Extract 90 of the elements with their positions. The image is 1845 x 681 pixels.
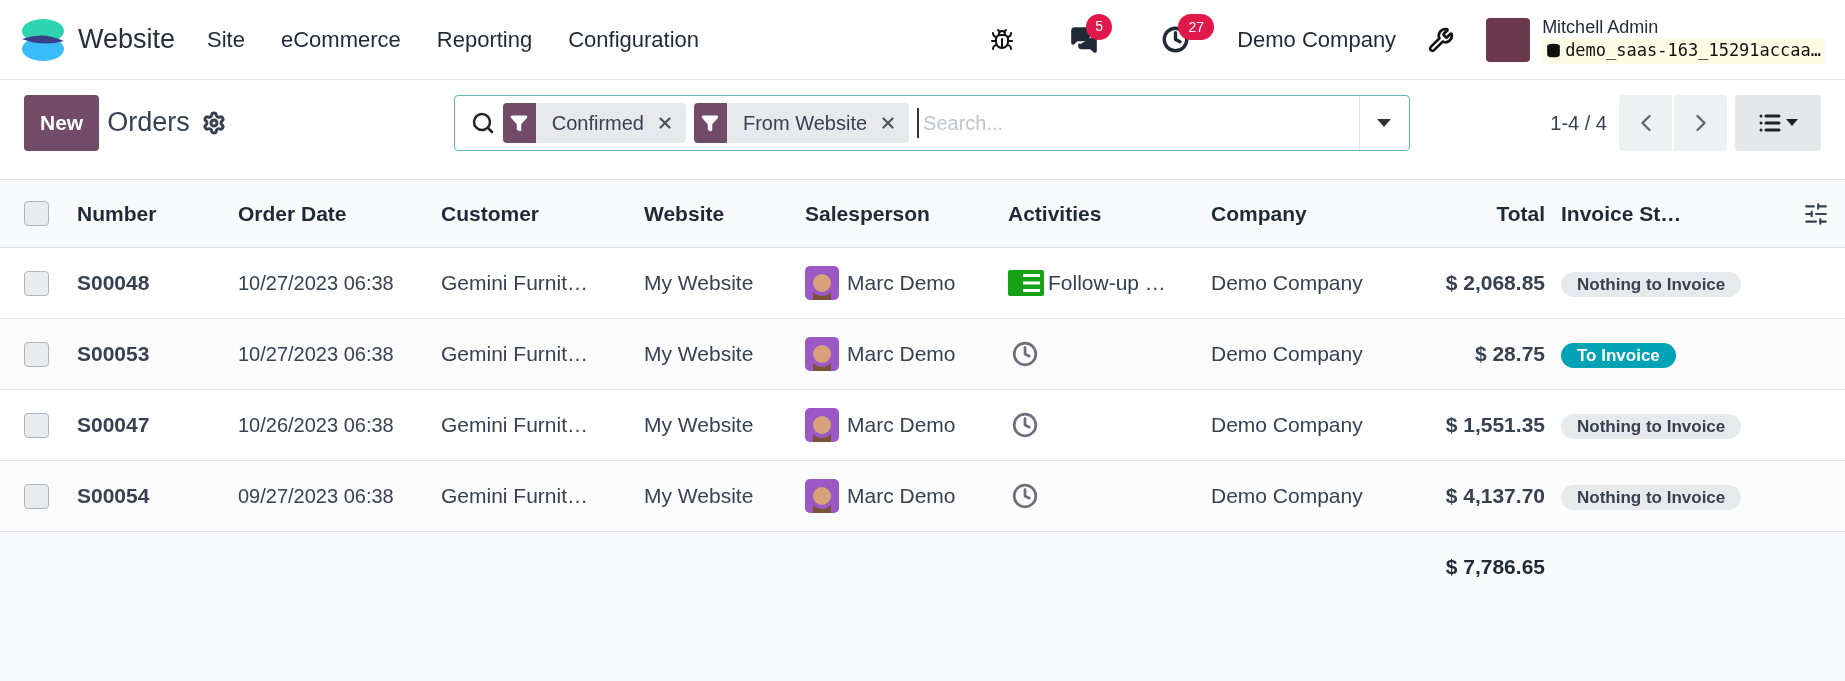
search-input[interactable]: Search... [917, 107, 1359, 138]
database-name: demo_saas-163_15291accaa… [1565, 39, 1821, 62]
order-date: 09/27/2023 06:38 [238, 485, 394, 508]
status-badge: Nothing to Invoice [1561, 272, 1742, 298]
count-badge: 5 [1086, 13, 1113, 40]
app-name[interactable]: Website [78, 19, 176, 60]
status-badge: Nothing to Invoice [1561, 485, 1742, 511]
order-total: $ 28.75 [1474, 342, 1545, 366]
avatar-icon [805, 266, 839, 300]
view-switcher-button[interactable] [1735, 94, 1821, 151]
column-header[interactable]: Customer [441, 201, 540, 225]
row-checkbox[interactable] [24, 483, 49, 509]
company-name: Demo Company [1211, 271, 1363, 295]
customer-name: Gemini Furnit… [441, 342, 589, 366]
website-name: My Website [644, 342, 754, 366]
new-button[interactable]: New [24, 94, 100, 151]
company-name: Demo Company [1211, 484, 1363, 508]
customer-name: Gemini Furnit… [441, 271, 589, 295]
tools-icon[interactable] [1428, 26, 1455, 53]
website-name: My Website [644, 484, 754, 508]
filter-label: From Website [743, 110, 868, 136]
activity-label: Follow-up … [1048, 270, 1166, 297]
salesperson-name: Marc Demo [847, 270, 956, 297]
website-name: My Website [644, 271, 754, 295]
status-badge: To Invoice [1561, 343, 1676, 369]
filter-icon [510, 113, 529, 132]
column-header[interactable]: Invoice St… [1561, 201, 1682, 225]
order-total: $ 1,551.35 [1445, 413, 1545, 437]
pager-label: 1-4 / 4 [1550, 110, 1607, 136]
column-header[interactable]: Company [1211, 201, 1307, 225]
order-date: 10/27/2023 06:38 [238, 272, 394, 295]
avatar-icon [805, 337, 839, 371]
filter-chip[interactable]: From Website [694, 102, 910, 143]
menu-item[interactable]: eCommerce [280, 23, 401, 56]
order-number: S00054 [77, 484, 150, 508]
activity-clock-icon[interactable] [1162, 26, 1190, 53]
row-checkbox[interactable] [24, 341, 49, 367]
count-badge: 27 [1178, 14, 1215, 40]
clock-icon[interactable] [1012, 412, 1038, 438]
select-all-checkbox[interactable] [24, 201, 49, 226]
column-header[interactable]: Website [644, 201, 725, 225]
order-number: S00047 [77, 413, 150, 437]
clock-icon[interactable] [1012, 341, 1038, 367]
column-header[interactable]: Activities [1008, 201, 1102, 225]
clock-icon[interactable] [1012, 483, 1038, 509]
order-total: $ 4,137.70 [1445, 484, 1545, 508]
search-bar[interactable]: Confirmed From Website Search... [453, 94, 1410, 151]
company-name: Demo Company [1211, 413, 1363, 437]
menu-item[interactable]: Reporting [436, 23, 533, 56]
caret-icon [1786, 119, 1798, 126]
bug-icon[interactable] [990, 27, 1015, 52]
user-name[interactable]: Mitchell Admin [1542, 15, 1825, 38]
status-badge: Nothing to Invoice [1561, 414, 1742, 440]
order-date: 10/26/2023 06:38 [238, 414, 394, 437]
website-name: My Website [644, 413, 754, 437]
table-row[interactable]: S00047 10/26/2023 06:38 Gemini Furnit… My Website Marc Demo Demo Company $ 1,551.35 Nothing to Invoice [0, 390, 1845, 461]
caret-icon[interactable] [1377, 118, 1392, 127]
filter-chip[interactable]: Confirmed [502, 102, 686, 143]
customer-name: Gemini Furnit… [441, 484, 589, 508]
todo-list-icon[interactable] [1008, 270, 1044, 296]
order-number: S00048 [77, 271, 150, 295]
search-icon[interactable] [470, 110, 495, 135]
salesperson-name: Marc Demo [847, 341, 956, 368]
row-checkbox[interactable] [24, 412, 49, 438]
settings-icon[interactable] [201, 110, 226, 135]
order-total: $ 2,068.85 [1445, 271, 1545, 295]
customer-name: Gemini Furnit… [441, 413, 589, 437]
row-checkbox[interactable] [24, 270, 49, 296]
menu-item[interactable]: Site [207, 23, 245, 56]
column-settings-icon[interactable] [1803, 200, 1829, 227]
column-header[interactable]: Order Date [238, 201, 347, 225]
page-title: Orders [107, 106, 190, 140]
company-name: Demo Company [1211, 342, 1363, 366]
salesperson-name: Marc Demo [847, 412, 956, 439]
menu-item[interactable]: Configuration [568, 23, 700, 56]
salesperson-name: Marc Demo [847, 483, 956, 510]
sum-total: $ 7,786.65 [1445, 555, 1545, 579]
column-header[interactable]: Number [77, 201, 157, 225]
avatar-icon [805, 408, 839, 442]
order-date: 10/27/2023 06:38 [238, 343, 394, 366]
filter-label: Confirmed [551, 110, 644, 136]
user-avatar[interactable] [1486, 17, 1531, 62]
filter-icon [701, 113, 720, 132]
column-header[interactable]: Total [1496, 201, 1545, 225]
app-logo-icon[interactable] [20, 16, 66, 63]
order-number: S00053 [77, 342, 150, 366]
avatar-icon [805, 479, 839, 513]
column-header[interactable]: Salesperson [805, 201, 930, 225]
company-name[interactable]: Demo Company [1237, 23, 1397, 56]
table-row[interactable]: S00048 10/27/2023 06:38 Gemini Furnit… My Website Marc Demo Follow-up … Demo Company $ 2,068.85 Nothing to Invoice [0, 248, 1845, 319]
